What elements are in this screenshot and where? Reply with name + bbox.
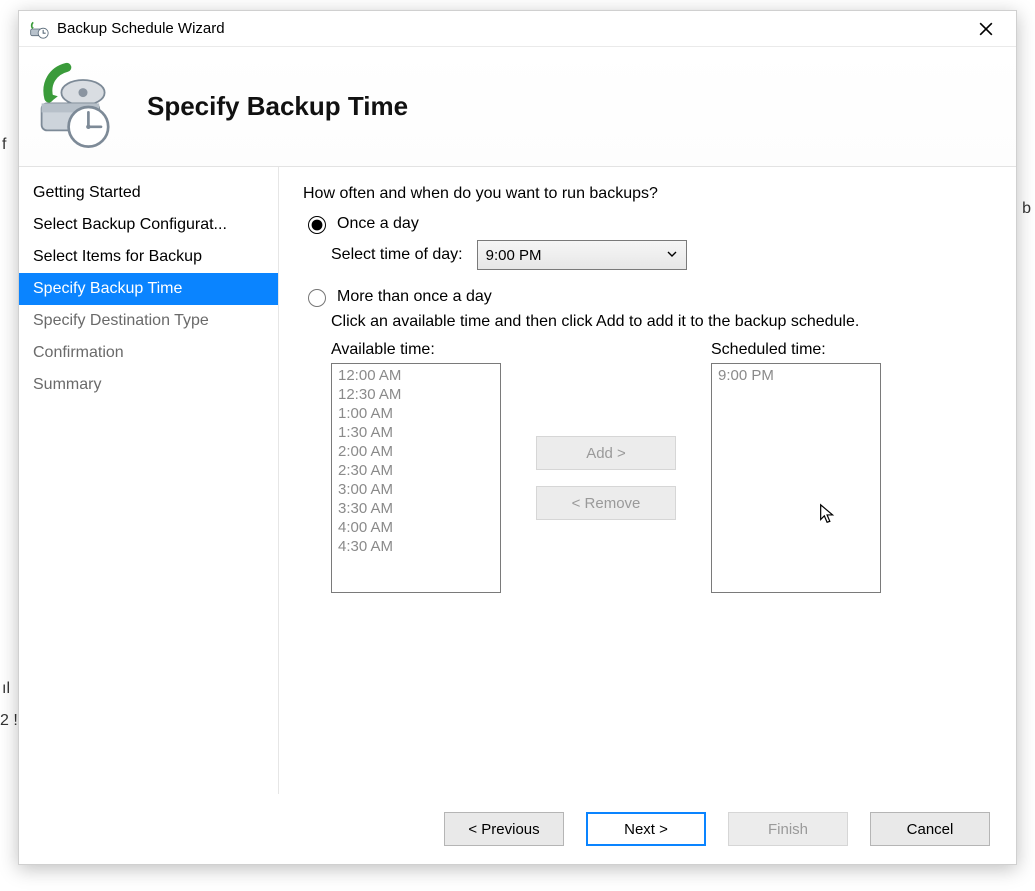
wizard-step[interactable]: Specify Backup Time	[19, 273, 278, 305]
more-hint-text: Click an available time and then click A…	[331, 313, 988, 331]
wizard-step[interactable]: Summary	[19, 369, 278, 401]
finish-button[interactable]: Finish	[728, 812, 848, 846]
wizard-step[interactable]: Specify Destination Type	[19, 305, 278, 337]
scheduled-time-label: Scheduled time:	[711, 341, 881, 359]
scheduled-time-listbox[interactable]: 9:00 PM	[711, 363, 881, 593]
list-item[interactable]: 2:30 AM	[336, 461, 496, 480]
list-item[interactable]: 9:00 PM	[716, 366, 876, 385]
titlebar: Backup Schedule Wizard	[19, 11, 1016, 47]
next-button[interactable]: Next >	[586, 812, 706, 846]
wizard-step[interactable]: Select Backup Configurat...	[19, 209, 278, 241]
list-item[interactable]: 4:30 AM	[336, 537, 496, 556]
list-item[interactable]: 1:30 AM	[336, 423, 496, 442]
available-time-label: Available time:	[331, 341, 501, 359]
previous-button[interactable]: < Previous	[444, 812, 564, 846]
background-fragment: 2 !	[0, 712, 18, 730]
question-text: How often and when do you want to run ba…	[303, 185, 988, 203]
background-fragment: b	[1022, 200, 1031, 218]
list-item[interactable]: 4:00 AM	[336, 518, 496, 537]
time-of-day-value: 9:00 PM	[486, 247, 542, 264]
chevron-down-icon	[666, 247, 678, 264]
remove-button[interactable]: < Remove	[536, 486, 676, 520]
list-item[interactable]: 2:00 AM	[336, 442, 496, 461]
select-time-label: Select time of day:	[331, 246, 463, 264]
list-item[interactable]: 3:00 AM	[336, 480, 496, 499]
list-item[interactable]: 12:30 AM	[336, 385, 496, 404]
wizard-step[interactable]: Getting Started	[19, 177, 278, 209]
wizard-step[interactable]: Select Items for Backup	[19, 241, 278, 273]
cancel-button[interactable]: Cancel	[870, 812, 990, 846]
available-time-listbox[interactable]: 12:00 AM12:30 AM1:00 AM1:30 AM2:00 AM2:3…	[331, 363, 501, 593]
wizard-window: Backup Schedule Wizard Specif	[18, 10, 1017, 865]
wizard-steps-sidebar: Getting StartedSelect Backup Configurat.…	[19, 167, 279, 794]
wizard-step[interactable]: Confirmation	[19, 337, 278, 369]
add-button[interactable]: Add >	[536, 436, 676, 470]
close-button[interactable]	[966, 14, 1006, 44]
radio-once-a-day-label[interactable]: Once a day	[337, 215, 419, 233]
radio-once-a-day[interactable]	[308, 216, 326, 234]
list-item[interactable]: 12:00 AM	[336, 366, 496, 385]
list-item[interactable]: 1:00 AM	[336, 404, 496, 423]
page-title: Specify Backup Time	[147, 91, 408, 122]
list-item[interactable]: 3:30 AM	[336, 499, 496, 518]
background-fragment: ıl	[2, 680, 10, 698]
radio-more-than-once-label[interactable]: More than once a day	[337, 288, 492, 306]
time-of-day-dropdown[interactable]: 9:00 PM	[477, 240, 687, 270]
wizard-footer: < Previous Next > Finish Cancel	[19, 794, 1016, 864]
background-fragment: f	[2, 136, 6, 154]
backup-schedule-icon	[29, 62, 119, 152]
window-title: Backup Schedule Wizard	[57, 20, 966, 37]
main-panel: How often and when do you want to run ba…	[279, 167, 1016, 794]
radio-more-than-once[interactable]	[308, 289, 326, 307]
header-band: Specify Backup Time	[19, 47, 1016, 167]
app-icon	[29, 19, 49, 39]
